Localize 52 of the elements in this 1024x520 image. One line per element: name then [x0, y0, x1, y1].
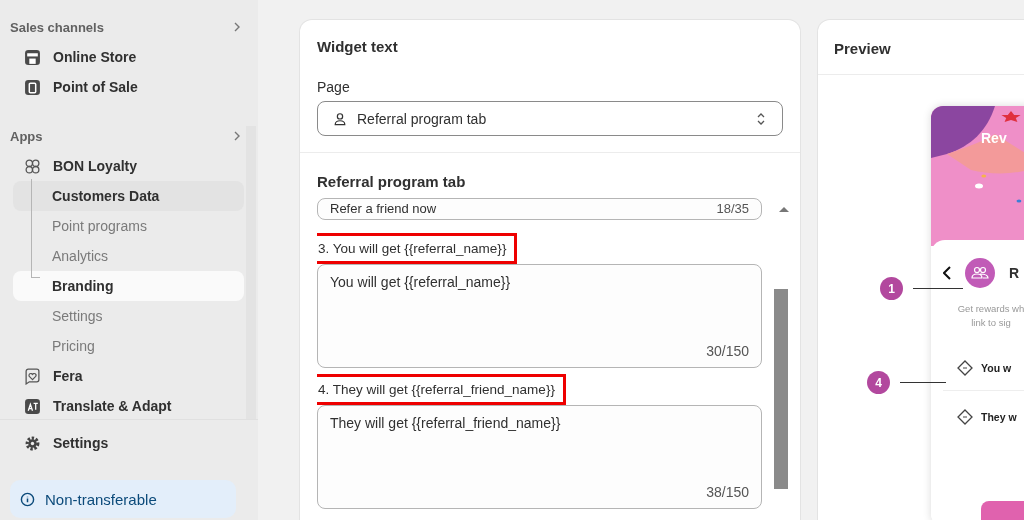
settings-icon — [24, 434, 41, 452]
flower-icon — [24, 157, 41, 175]
nav-item[interactable]: Translate & Adapt — [10, 391, 244, 420]
character-counter: 30/150 — [706, 343, 749, 359]
people-icon — [965, 258, 995, 288]
field-label: 4. They will get {{referral_friend_name}} — [318, 382, 555, 397]
nav-subitem[interactable]: Customers Data — [13, 181, 244, 211]
person-icon — [333, 110, 347, 127]
section-title: Apps — [10, 128, 43, 144]
nav-item[interactable]: Online Store — [10, 42, 244, 72]
nav-subitem[interactable]: Pricing — [13, 331, 244, 361]
ticket-icon — [957, 409, 973, 425]
nav-subitem[interactable]: Settings — [13, 301, 244, 331]
section-heading: Referral program tab — [317, 173, 467, 190]
back-icon[interactable] — [943, 266, 951, 280]
nav-item[interactable]: Point of Sale — [10, 72, 244, 102]
scroll-up-icon[interactable] — [778, 206, 789, 212]
settings-nav-item[interactable]: Settings — [10, 428, 236, 458]
step-number: 1 — [880, 277, 903, 300]
step-number: 4 — [867, 371, 890, 394]
character-counter: 38/150 — [706, 484, 749, 500]
nav-item[interactable]: Fera — [10, 361, 244, 391]
nav-subitem[interactable]: Branding — [13, 271, 244, 301]
nav-item[interactable]: BON Loyalty — [10, 151, 244, 181]
translate-icon — [24, 397, 41, 415]
section-title: Sales channels — [10, 19, 104, 35]
reward-text: You w — [981, 362, 1012, 374]
scrollbar-thumb[interactable] — [774, 289, 788, 489]
chevron-right-icon[interactable] — [232, 131, 242, 141]
leader-line — [900, 382, 946, 383]
ticket-icon — [957, 360, 973, 376]
field-label: 3. You will get {{referral_name}} — [318, 241, 507, 256]
bag-icon — [24, 78, 41, 96]
card-title: Widget text — [317, 38, 399, 55]
text-area[interactable]: Refer a friend now 18/35 — [317, 198, 762, 220]
widget-description: Get rewards wh link to sig — [956, 302, 1024, 330]
text-area[interactable]: They will get {{referral_friend_name}} 38/150 — [317, 405, 762, 509]
store-icon — [24, 48, 41, 66]
text-area[interactable]: You will get {{referral_name}} 30/150 — [317, 264, 762, 368]
character-counter: 18/35 — [716, 201, 749, 216]
chevron-right-icon[interactable] — [232, 22, 242, 32]
leader-line — [913, 288, 963, 289]
plan-badge: Non-transferable — [10, 480, 236, 518]
page-select[interactable]: Referral program tab — [317, 101, 783, 136]
nav-subitem[interactable]: Analytics — [13, 241, 244, 271]
reward-text: They w — [981, 411, 1017, 423]
widget-title: R — [1009, 265, 1020, 281]
field-label: Page — [317, 79, 351, 95]
banner-title: Rev — [981, 130, 1007, 146]
heart-bubble-icon — [24, 367, 41, 385]
info-icon — [20, 491, 35, 507]
nav-subitem[interactable]: Point programs — [13, 211, 244, 241]
